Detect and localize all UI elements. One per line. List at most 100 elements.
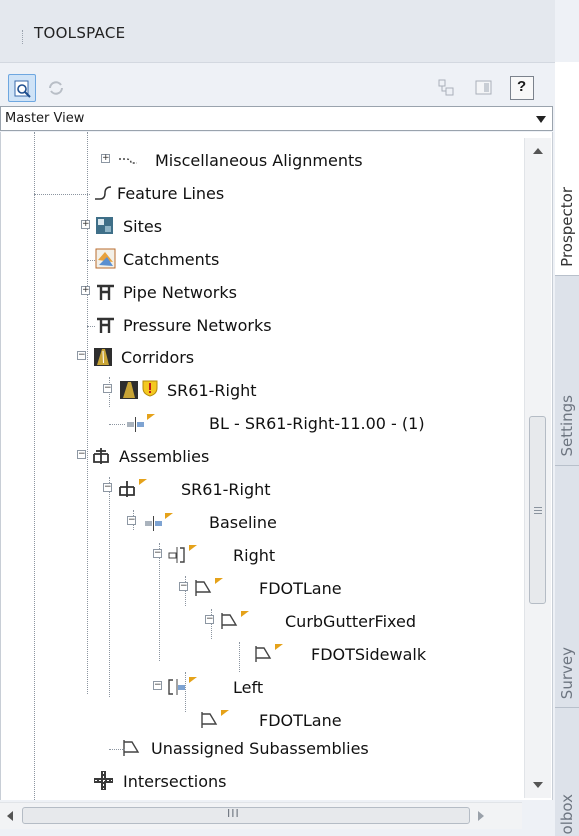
subassembly-icon (255, 644, 283, 662)
tree-item-label: Unassigned Subassemblies (151, 739, 369, 758)
sites-icon (96, 217, 113, 234)
chevron-down-icon[interactable] (536, 116, 546, 123)
subassembly-icon (221, 611, 249, 629)
baseline-icon (127, 414, 155, 432)
scroll-grip-label: III (227, 807, 240, 820)
collapse-icon[interactable]: − (205, 615, 214, 624)
view-selector-value: Master View (5, 111, 85, 126)
tab-label: olbox (558, 793, 576, 834)
tree-guide-line (34, 132, 35, 800)
warning-shield-icon (142, 380, 158, 397)
view-selector[interactable]: Master View (0, 106, 553, 131)
scroll-down-icon[interactable] (533, 782, 543, 788)
tree-guide-line (87, 132, 88, 694)
tree-guide-line (159, 543, 160, 661)
collapse-icon[interactable]: − (77, 351, 86, 360)
item-view-button[interactable] (8, 74, 36, 102)
scroll-right-icon[interactable] (478, 811, 484, 821)
help-button[interactable]: ? (510, 76, 534, 100)
tab-toolbox[interactable]: olbox (555, 708, 579, 836)
drag-grip[interactable] (22, 30, 25, 44)
tree-item-label: Right (233, 546, 276, 565)
intersection-icon (94, 771, 113, 790)
collapse-icon[interactable]: − (153, 549, 162, 558)
tree-item-label: Assemblies (119, 447, 210, 466)
subassembly-icon (123, 740, 140, 756)
tree-layout-button[interactable] (432, 74, 460, 102)
misc-alignments-icon (119, 158, 137, 164)
expand-icon[interactable]: + (81, 286, 90, 295)
vertical-scroll-thumb[interactable] (529, 416, 546, 604)
tab-label: Settings (558, 395, 576, 457)
tree-item-label: SR61-Right (181, 480, 271, 499)
collapse-icon[interactable]: − (179, 582, 188, 591)
toolspace-tabs: Prospector Settings Survey olbox (555, 62, 579, 836)
tree-item-label: Catchments (123, 250, 220, 269)
tree-item-label: Baseline (209, 513, 277, 532)
tree-guide-line (109, 749, 125, 750)
tree-guide-line (34, 194, 90, 195)
tree-item-label: BL - SR61-Right-11.00 - (1) (209, 414, 425, 433)
horizontal-scroll-thumb[interactable]: III (22, 807, 470, 824)
tree-item-label: Sites (123, 217, 163, 236)
group-left-icon (168, 677, 197, 695)
tree-item-label: Feature Lines (117, 184, 225, 203)
tree-guide-line (109, 424, 125, 425)
tree-item-label: FDOTSidewalk (311, 645, 427, 664)
palette-title: TOOLSPACE (34, 24, 126, 42)
corridor-icon (94, 348, 112, 366)
tree-item-label: Corridors (121, 348, 195, 367)
palette-titlebar[interactable]: TOOLSPACE (0, 0, 555, 63)
tab-label: Survey (558, 646, 576, 699)
tree-guide-line (239, 642, 240, 672)
collapse-icon[interactable]: − (153, 681, 162, 690)
scroll-left-icon[interactable] (7, 811, 13, 821)
tab-survey[interactable]: Survey (555, 466, 579, 708)
corridor-icon (120, 381, 138, 399)
expand-icon[interactable]: + (101, 154, 110, 163)
subassembly-icon (201, 710, 229, 728)
assembly-icon (93, 448, 109, 464)
baseline-icon (145, 513, 173, 531)
pressure-network-icon (97, 317, 114, 333)
grip-icon (534, 507, 542, 508)
tree-item-label: CurbGutterFixed (285, 612, 417, 631)
vertical-scrollbar[interactable] (524, 138, 551, 798)
tree-item-label: Intersections (123, 772, 227, 791)
horizontal-scrollbar[interactable]: III (0, 802, 522, 829)
feature-line-icon (95, 186, 112, 200)
subassembly-icon (195, 578, 223, 596)
tree-item-label: Pressure Networks (123, 316, 272, 335)
tab-prospector[interactable]: Prospector (555, 62, 579, 276)
magnify-page-icon (14, 80, 31, 98)
panel-icon (475, 80, 492, 95)
refresh-button[interactable] (42, 74, 70, 102)
collapse-icon[interactable]: − (77, 450, 86, 459)
toolbar: ? (0, 74, 555, 104)
tree-guide-line (109, 477, 110, 697)
prospector-tree[interactable]: + Miscellaneous Alignments Feature Lines… (0, 132, 553, 800)
tree-item-label: Left (233, 678, 264, 697)
expand-icon[interactable]: + (81, 220, 90, 229)
group-right-icon (168, 545, 197, 563)
tree-item-label: FDOTLane (259, 579, 342, 598)
tree-guide-line (87, 326, 95, 327)
scroll-up-icon[interactable] (533, 148, 543, 154)
pipe-network-icon (97, 284, 114, 300)
tree-layout-icon (438, 79, 454, 96)
assembly-icon (119, 479, 147, 497)
tab-label: Prospector (558, 187, 576, 267)
tree-item-label: SR61-Right (167, 381, 257, 400)
tree-guide-line (87, 260, 95, 261)
catchments-icon (95, 248, 116, 269)
collapse-icon[interactable]: − (103, 483, 112, 492)
tree-item-label: Pipe Networks (123, 283, 237, 302)
panel-toggle-button[interactable] (470, 74, 498, 102)
tree-item-label: FDOTLane (259, 711, 342, 730)
refresh-icon (49, 81, 63, 95)
tree-item-label: Miscellaneous Alignments (155, 151, 363, 170)
help-icon: ? (517, 78, 527, 95)
tab-settings[interactable]: Settings (555, 276, 579, 466)
collapse-icon[interactable]: − (103, 384, 112, 393)
collapse-icon[interactable]: − (127, 516, 136, 525)
